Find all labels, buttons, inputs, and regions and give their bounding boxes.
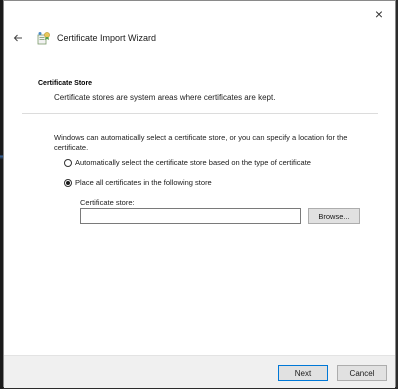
radio-place-in-store[interactable]: Place all certificates in the following …: [64, 178, 212, 187]
radio-label-auto-select: Automatically select the certificate sto…: [75, 158, 311, 167]
cancel-button[interactable]: Cancel: [337, 365, 387, 381]
wizard-title: Certificate Import Wizard: [57, 33, 157, 43]
radio-button-selected[interactable]: [64, 178, 72, 187]
certificate-wizard-icon: [36, 30, 52, 46]
certificate-import-wizard-window: × Certificate Import Wizard Certificate …: [3, 0, 396, 388]
header-divider: [22, 113, 378, 114]
screen: × Certificate Import Wizard Certificate …: [0, 0, 398, 389]
radio-button-unselected[interactable]: [64, 158, 72, 167]
browse-button[interactable]: Browse...: [308, 208, 360, 224]
radio-label-place-in-store: Place all certificates in the following …: [75, 178, 212, 187]
radio-selected-dot: [66, 180, 70, 185]
close-icon: ×: [374, 6, 384, 22]
next-button[interactable]: Next: [278, 365, 328, 381]
section-title: Certificate Store: [38, 80, 93, 87]
section-description: Certificate stores are system areas wher…: [54, 93, 276, 102]
certificate-store-label: Certificate store:: [80, 198, 135, 207]
close-button[interactable]: ×: [369, 5, 389, 23]
back-button[interactable]: [8, 29, 28, 47]
wizard-footer: Next Cancel: [4, 355, 395, 388]
radio-auto-select-store[interactable]: Automatically select the certificate sto…: [64, 158, 311, 167]
intro-text: Windows can automatically select a certi…: [54, 133, 348, 152]
certificate-store-input[interactable]: [80, 208, 301, 224]
wizard-header: Certificate Import Wizard: [8, 29, 156, 47]
back-arrow-icon: [13, 34, 22, 42]
